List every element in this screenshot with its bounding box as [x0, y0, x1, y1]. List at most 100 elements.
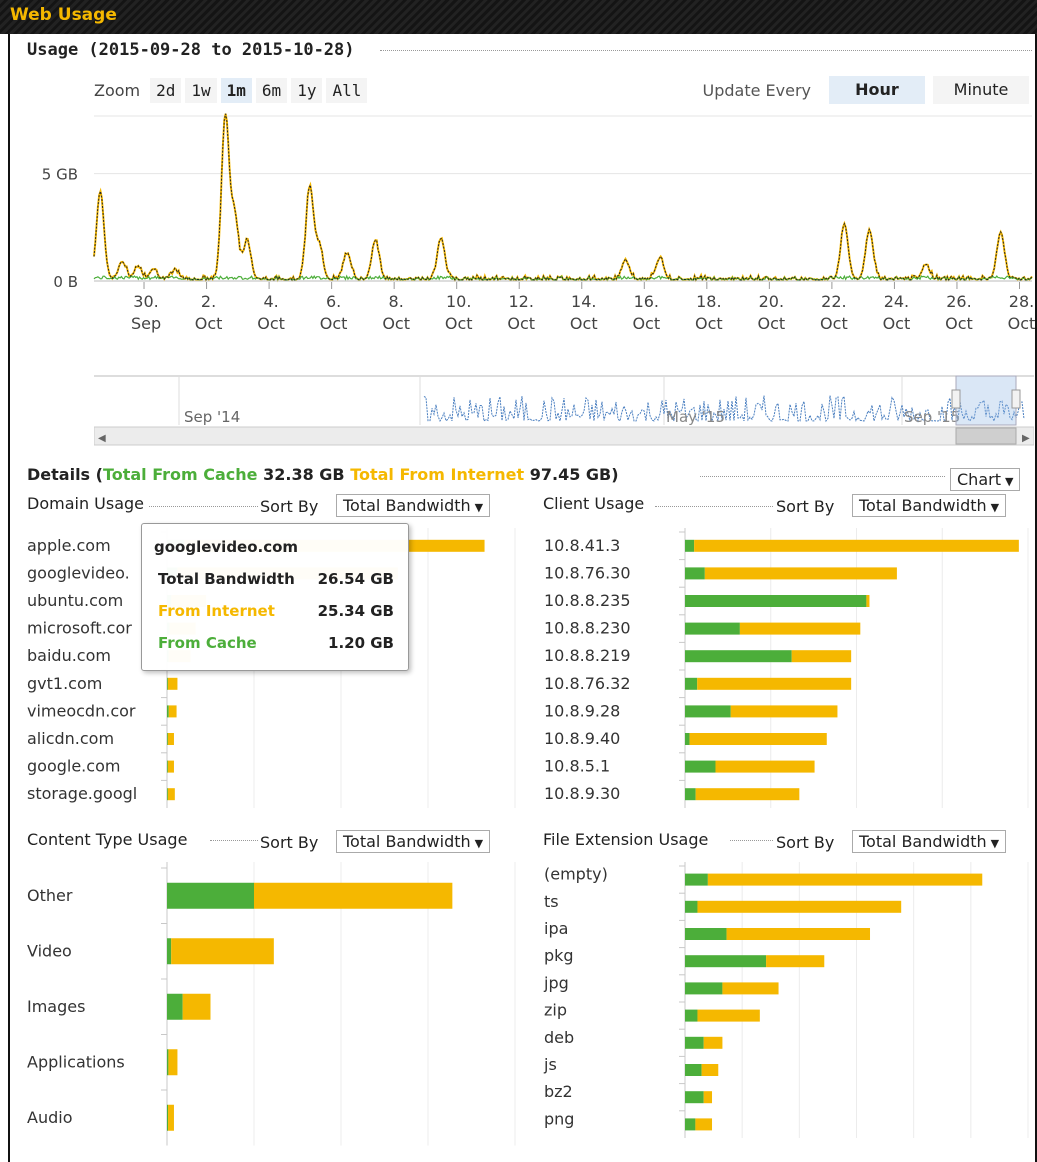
internet-bar	[704, 567, 897, 580]
view-mode-select[interactable]: Chart ▼	[950, 468, 1021, 491]
cache-bar	[685, 1036, 704, 1049]
x-tick-label: Oct	[507, 314, 535, 333]
cache-bar	[685, 567, 705, 580]
internet-bar	[730, 705, 838, 718]
tooltip-cache-value: 1.20 GB	[328, 634, 394, 652]
category-label: vimeocdn.cor	[27, 701, 136, 720]
cache-bar	[685, 539, 695, 552]
internet-bar	[167, 760, 174, 773]
x-tick-label: Oct	[695, 314, 723, 333]
category-label: Applications	[27, 1052, 125, 1071]
total-internet-value: 97.45 GB)	[529, 465, 619, 484]
x-tick-label: Sep	[131, 314, 161, 333]
cache-bar	[167, 882, 254, 909]
internet-bar	[766, 955, 825, 968]
category-label: (empty)	[544, 865, 608, 884]
fileext-sort-select[interactable]: Total Bandwidth ▼	[852, 830, 1007, 853]
zoom-1w-button[interactable]: 1w	[185, 77, 217, 103]
chevron-down-icon: ▼	[474, 501, 484, 514]
client-sort-label: Sort By	[776, 497, 835, 516]
internet-bar	[707, 873, 983, 886]
tooltip-total-value: 26.54 GB	[317, 570, 394, 588]
section-divider	[380, 50, 1032, 51]
category-label: ubuntu.com	[27, 591, 123, 610]
x-tick-label: 26.	[946, 292, 971, 311]
tooltip-total-label: Total Bandwidth	[158, 570, 295, 588]
cache-bar	[685, 650, 792, 663]
internet-bar	[697, 1009, 760, 1022]
tooltip-total-row: Total Bandwidth 26.54 GB	[158, 570, 394, 588]
cache-bar	[685, 595, 867, 607]
x-tick-label: Oct	[195, 314, 223, 333]
category-label: zip	[544, 1001, 567, 1020]
cache-bar	[167, 1104, 169, 1131]
cache-bar	[685, 982, 723, 995]
internet-bar	[168, 1049, 178, 1076]
scroll-left-arrow-icon: ◀	[98, 433, 106, 444]
cache-bar	[685, 873, 708, 886]
details-label: Details (	[27, 465, 103, 484]
internet-bar	[168, 705, 177, 718]
x-tick-label: Oct	[445, 314, 473, 333]
x-tick-label: 18.	[696, 292, 721, 311]
category-label: Video	[27, 941, 72, 960]
x-tick-label: Oct	[632, 314, 660, 333]
content-sort-label: Sort By	[260, 833, 319, 852]
category-label: 10.8.9.28	[544, 701, 620, 720]
internet-bar	[701, 1064, 719, 1076]
category-label: png	[544, 1109, 574, 1128]
internet-bar	[791, 650, 852, 663]
chevron-down-icon: ▼	[474, 837, 484, 850]
category-label: google.com	[27, 757, 120, 776]
cache-bar	[167, 733, 168, 745]
tooltip-internet-row: From Internet 25.34 GB	[158, 602, 394, 620]
navigator-scrollbar-track	[94, 426, 1034, 446]
fileext-sort-label: Sort By	[776, 833, 835, 852]
category-label: 10.8.41.3	[544, 536, 620, 555]
navigator-label: Sep '15	[904, 408, 960, 426]
cache-bar	[167, 993, 183, 1020]
category-label: 10.8.76.30	[544, 563, 631, 582]
zoom-6m-button[interactable]: 6m	[255, 77, 288, 103]
zoom-1m-button[interactable]: 1m	[220, 77, 252, 103]
category-label: 10.8.9.30	[544, 784, 620, 803]
zoom-all-button[interactable]: All	[326, 77, 368, 103]
category-label: googlevideo.	[27, 563, 130, 582]
update-interval: Update Every Hour Minute	[703, 76, 1029, 104]
client-sort-select[interactable]: Total Bandwidth ▼	[852, 494, 1007, 517]
internet-bar	[866, 595, 870, 607]
x-tick-label: 14.	[571, 292, 596, 311]
view-mode-value: Chart	[957, 470, 1001, 489]
category-label: microsoft.cor	[27, 619, 132, 638]
client-usage-chart: 10.8.41.3 10.8.76.30 10.8.8.235 10.8.8.230 1…	[544, 528, 1029, 808]
client-usage-title: Client Usage	[543, 494, 649, 513]
internet-bar	[689, 733, 827, 745]
navigator-scrollbar-thumb	[955, 427, 1017, 445]
cache-bar	[685, 1009, 698, 1022]
category-label: Other	[27, 886, 73, 905]
domain-sort-value: Total Bandwidth	[343, 496, 471, 515]
cache-bar	[685, 955, 767, 968]
update-minute-button[interactable]: Minute	[933, 76, 1029, 104]
navigator-handle-left	[951, 389, 961, 409]
navigator-chart[interactable]: Sep '14 May '15 Sep '15 ◀ ▶	[94, 375, 1034, 447]
content-type-chart: Other Video Images Applications Audio	[27, 862, 516, 1146]
internet-bar	[167, 788, 175, 801]
chevron-down-icon: ▼	[1004, 475, 1014, 488]
total-cache-value: 32.38 GB	[263, 465, 345, 484]
navigator-label: May '15	[666, 408, 725, 426]
cache-bar	[685, 760, 716, 773]
zoom-1y-button[interactable]: 1y	[291, 77, 323, 103]
internet-bar	[182, 993, 211, 1020]
navigator-handle-right	[1011, 389, 1021, 409]
x-tick-label: Oct	[883, 314, 911, 333]
cache-bar	[167, 677, 168, 690]
tooltip-cache-label: From Cache	[158, 634, 257, 652]
domain-sort-select[interactable]: Total Bandwidth ▼	[336, 494, 491, 517]
zoom-2d-button[interactable]: 2d	[150, 77, 182, 103]
content-sort-select[interactable]: Total Bandwidth ▼	[336, 830, 491, 853]
update-hour-button[interactable]: Hour	[829, 76, 925, 104]
category-label: ipa	[544, 919, 568, 938]
x-tick-label: 6.	[326, 292, 341, 311]
domain-usage-title: Domain Usage	[27, 494, 149, 513]
